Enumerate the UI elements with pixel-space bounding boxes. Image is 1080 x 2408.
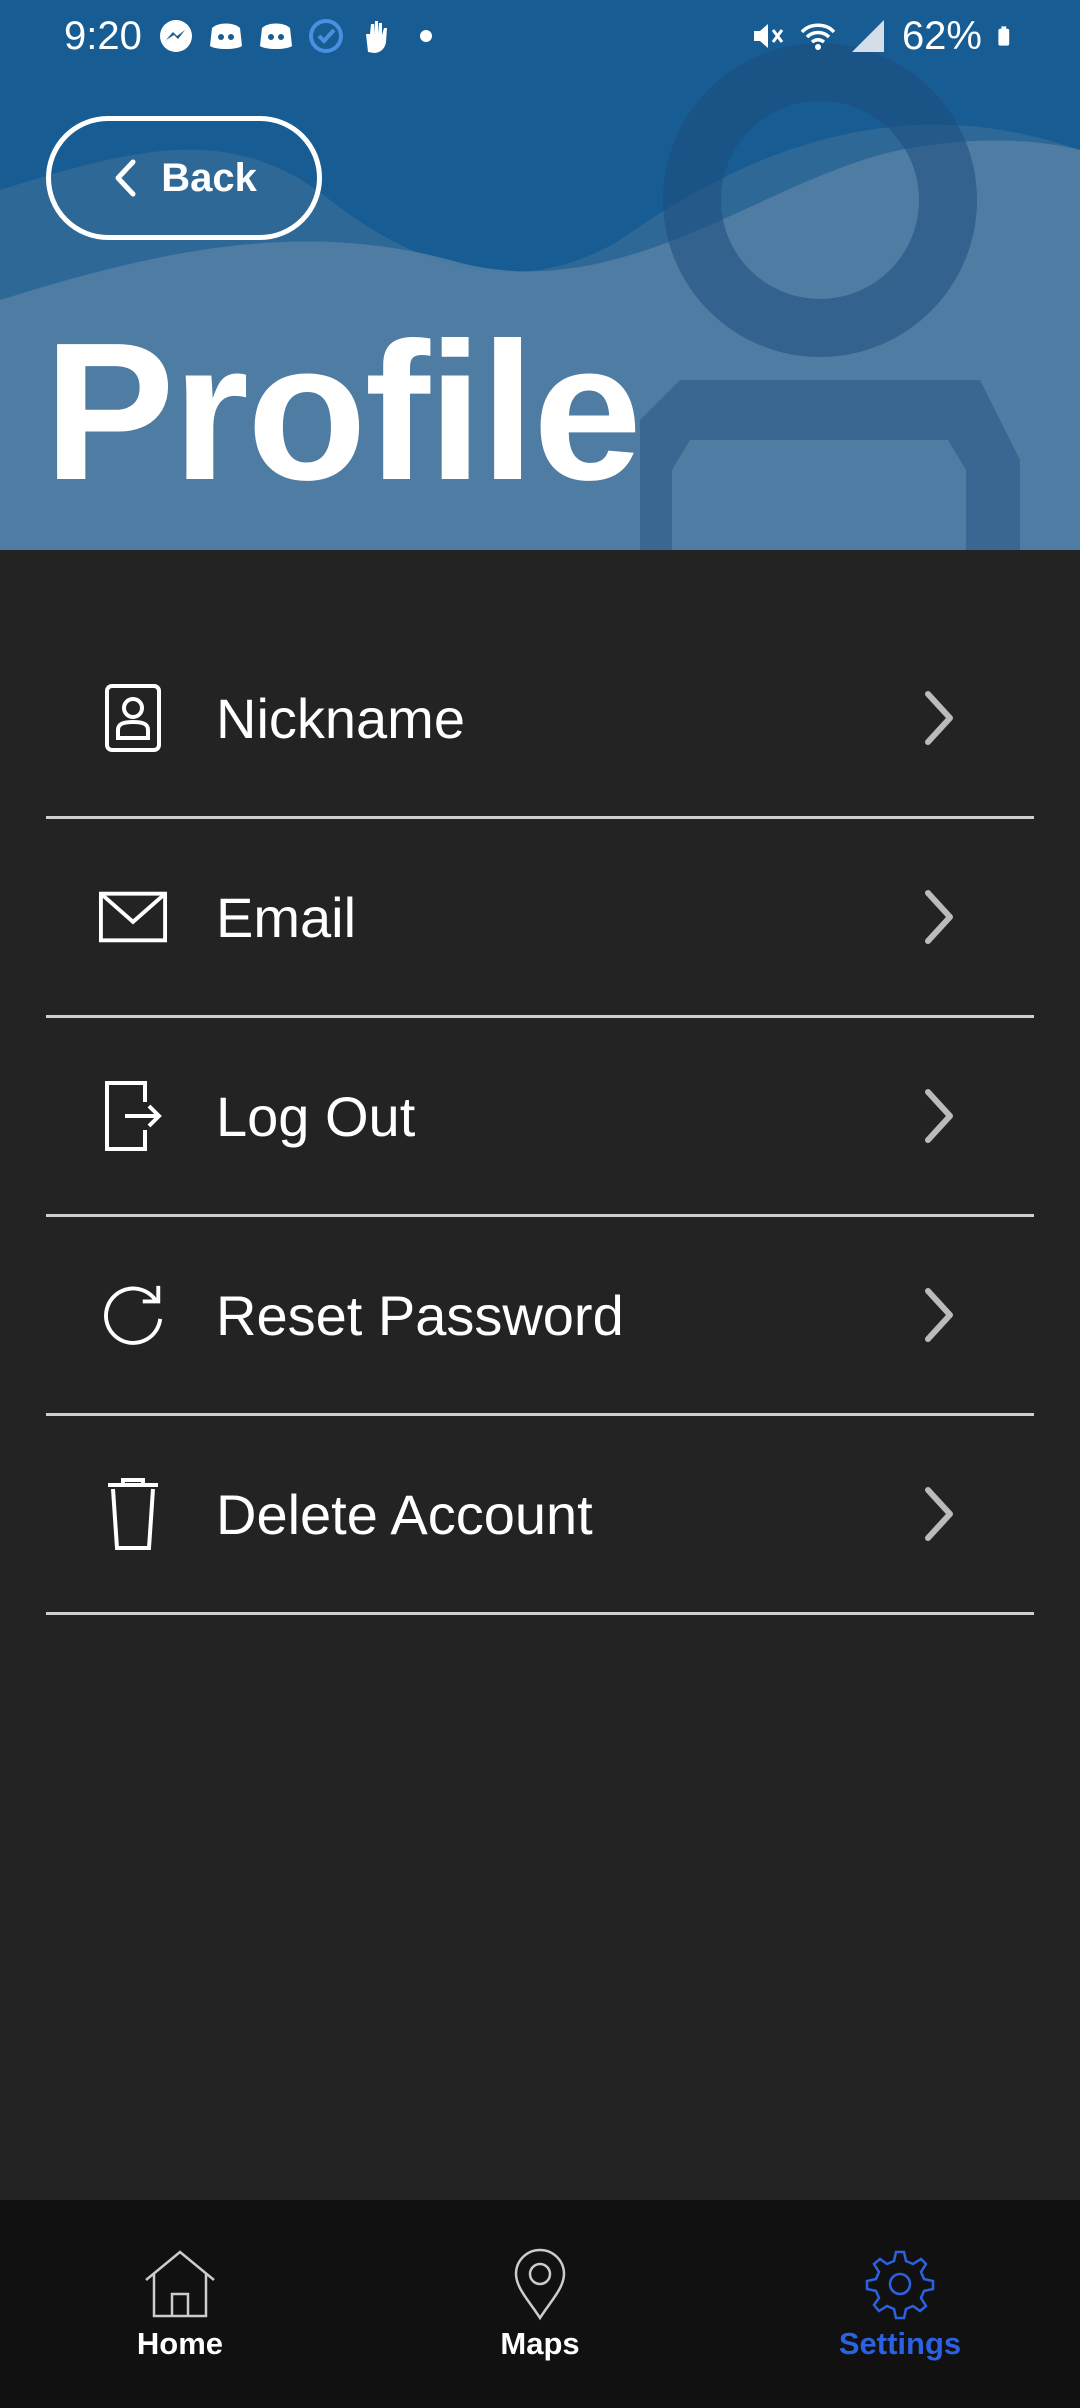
- nav-label: Home: [136, 2326, 224, 2361]
- profile-menu: Nickname Email Log Out Reset Password De…: [46, 620, 1034, 1615]
- chevron-right-icon: [925, 1487, 953, 1541]
- status-bar: 9:20 62%: [0, 0, 1080, 72]
- chevron-right-icon: [925, 1288, 953, 1342]
- menu-item-label: Nickname: [216, 686, 465, 750]
- nav-item-home[interactable]: Home: [0, 2200, 360, 2408]
- page-title: Profile: [44, 302, 642, 521]
- gear-icon: [865, 2250, 935, 2320]
- trash-icon: [98, 1478, 168, 1550]
- map-pin-icon: [514, 2248, 566, 2321]
- envelope-icon: [98, 882, 168, 952]
- discord-icon: [259, 23, 292, 49]
- signal-icon: [851, 20, 884, 52]
- mute-icon: [753, 24, 784, 48]
- refresh-icon: [98, 1280, 168, 1350]
- menu-item-label: Log Out: [216, 1084, 416, 1148]
- discord-icon: [209, 23, 242, 49]
- nav-item-settings[interactable]: Settings: [720, 2200, 1080, 2408]
- dot-icon: [419, 30, 432, 42]
- battery-icon: [998, 26, 1010, 46]
- menu-item-nickname[interactable]: Nickname: [46, 620, 1034, 819]
- chevron-right-icon: [925, 1089, 953, 1143]
- menu-item-email[interactable]: Email: [46, 819, 1034, 1018]
- menu-item-delete-account[interactable]: Delete Account: [46, 1416, 1034, 1615]
- chevron-right-icon: [925, 890, 953, 944]
- menu-item-log-out[interactable]: Log Out: [46, 1018, 1034, 1217]
- menu-item-label: Delete Account: [216, 1482, 593, 1546]
- nav-item-maps[interactable]: Maps: [360, 2200, 720, 2408]
- chevron-left-icon: [115, 159, 136, 197]
- wifi-icon: [800, 23, 836, 50]
- home-icon: [145, 2250, 215, 2318]
- profile-header: 9:20 62% Back Profile: [0, 0, 1080, 550]
- contact-card-icon: [98, 683, 168, 753]
- menu-item-reset-password[interactable]: Reset Password: [46, 1217, 1034, 1416]
- status-time: 9:20: [64, 13, 142, 58]
- nav-label: Maps: [500, 2326, 580, 2361]
- nav-label: Settings: [838, 2326, 962, 2361]
- back-button[interactable]: Back: [46, 116, 322, 240]
- bottom-nav: Home Maps Settings: [0, 2200, 1080, 2408]
- battery-percent: 62%: [901, 13, 982, 58]
- back-button-label: Back: [161, 155, 257, 200]
- messenger-icon: [159, 20, 192, 52]
- logout-icon: [98, 1081, 168, 1151]
- hand-icon: [365, 21, 387, 53]
- menu-item-label: Email: [216, 885, 357, 949]
- chevron-right-icon: [925, 691, 953, 745]
- check-circle-icon: [308, 19, 343, 53]
- menu-item-label: Reset Password: [216, 1283, 624, 1347]
